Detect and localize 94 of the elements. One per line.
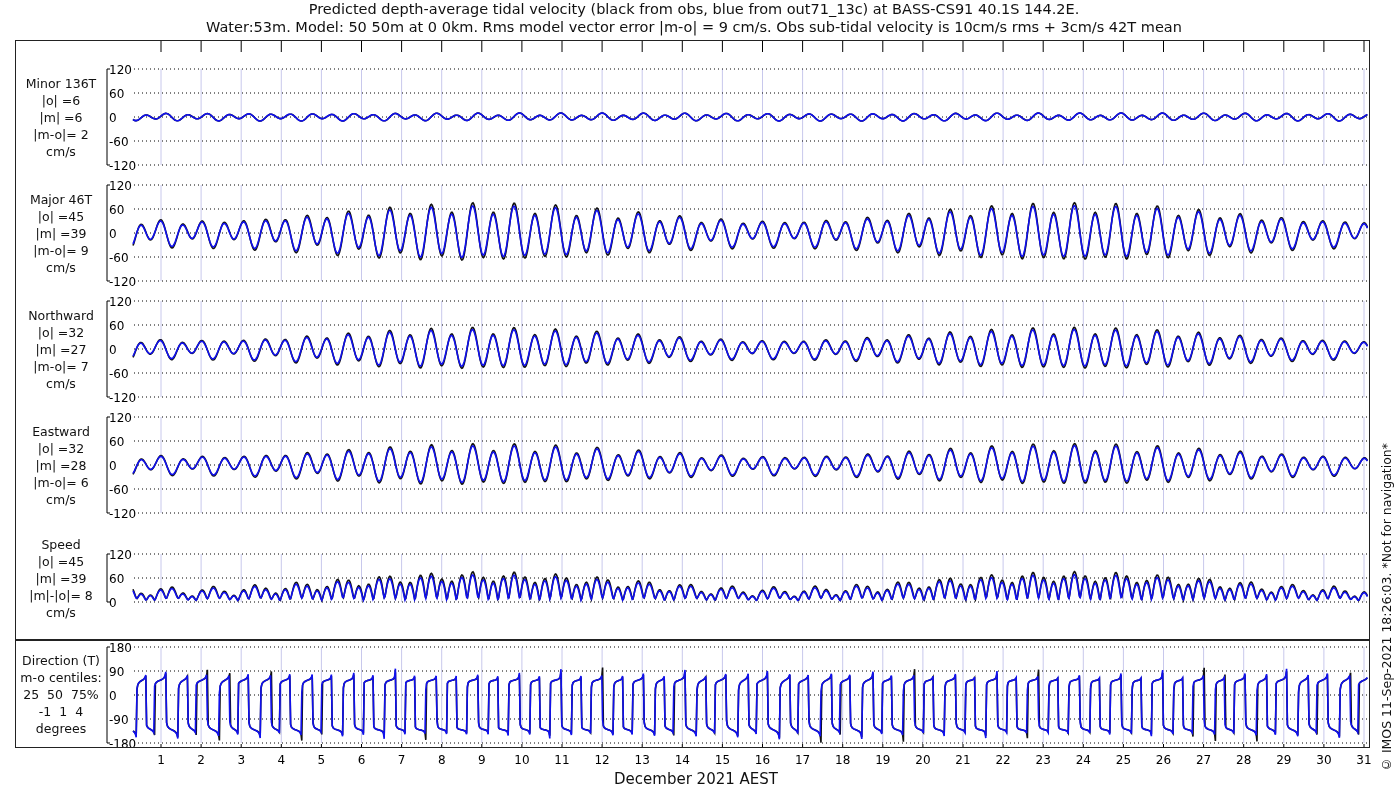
axis-tick-label: 0 <box>109 688 117 703</box>
axis-tick-label: 60 <box>109 434 125 449</box>
day-tick-label: 28 <box>1236 753 1252 767</box>
panel-label-line: |m| =39 <box>35 569 87 587</box>
day-tick-label: 10 <box>514 753 530 767</box>
panel-label-line: Northward <box>28 306 94 324</box>
day-tick-label: 25 <box>1115 753 1132 767</box>
axis-tick-label: -180 <box>109 736 137 747</box>
panel-label-line: |m| =28 <box>35 456 87 474</box>
day-tick-label: 17 <box>794 753 811 767</box>
axis-tick-label: 0 <box>109 595 117 610</box>
axis-tick-label: 120 <box>109 294 132 309</box>
day-tick-label: 4 <box>277 753 286 767</box>
panel-label-line: cm/s <box>46 374 76 392</box>
panel-label-line: m-o centiles: <box>20 668 102 686</box>
axis-tick-label: 60 <box>109 571 125 586</box>
day-tick-label: 14 <box>674 753 690 767</box>
panel-label-line: |o| =45 <box>37 552 85 570</box>
axis-tick-label: -60 <box>109 134 129 149</box>
panel-label-line: Eastward <box>32 422 90 440</box>
axis-tick-label: 0 <box>109 458 117 473</box>
day-tick-label: 2 <box>197 753 205 767</box>
panel-label-line: Speed <box>41 535 81 553</box>
panel-label-line: 25 50 75% <box>23 685 99 703</box>
panel-label-line: degrees <box>35 719 87 737</box>
day-tick-label: 27 <box>1195 753 1212 767</box>
axis-tick-label: -120 <box>109 390 137 405</box>
day-tick-label: 30 <box>1316 753 1332 767</box>
axis-tick-label: -60 <box>109 366 129 381</box>
day-tick-label: 20 <box>915 753 931 767</box>
day-tick-label: 11 <box>554 753 570 767</box>
panel-label-line: cm/s <box>46 142 76 160</box>
axis-tick-label: 90 <box>109 664 125 679</box>
day-tick-label: 6 <box>357 753 366 767</box>
panel-label-line: |m| =6 <box>39 108 83 126</box>
day-tick-label: 21 <box>955 753 971 767</box>
axis-tick-label: -120 <box>109 506 137 521</box>
axis-tick-label: 0 <box>109 226 117 241</box>
day-tick-label: 12 <box>594 753 610 767</box>
axis-tick-label: 120 <box>109 178 132 193</box>
axis-tick-label: -60 <box>109 250 129 265</box>
chart-title: Water:53m. Model: 50 50m at 0 0km. Rms model vector error |m-o| = 9 cm/s. Obs sub-tidal velocity is 10cm/s rms + 3cm/s 42T mean <box>206 18 1182 36</box>
panel-label-line: |m|-|o|= 8 <box>29 586 93 604</box>
axis-tick-label: 180 <box>109 641 132 655</box>
panel-label-line: |o| =6 <box>41 91 81 109</box>
axis-tick-label: 120 <box>109 62 132 77</box>
day-tick-label: 31 <box>1356 753 1372 767</box>
panel-label-line: cm/s <box>46 490 76 508</box>
day-tick-label: 16 <box>754 753 771 767</box>
panel-label-line: |o| =45 <box>37 207 85 225</box>
panel-label-line: |o| =32 <box>37 323 85 341</box>
chart-title: Predicted depth-average tidal velocity (black from obs, blue from out71_13c) at BASS-CS91 40.1S 144.2E. <box>308 0 1080 18</box>
axis-tick-label: 0 <box>109 110 117 125</box>
day-tick-label: 9 <box>478 753 486 767</box>
axis-tick-label: 0 <box>109 342 117 357</box>
day-tick-label: 29 <box>1276 753 1292 767</box>
panel-label-line: |m| =39 <box>35 224 87 242</box>
panel-label-line: |m-o|= 6 <box>33 473 89 491</box>
copyright-note: © IMOS 11-Sep-2021 18:26:03. *Not for navigation* <box>1378 442 1394 772</box>
day-tick-label: 15 <box>714 753 731 767</box>
panel-label-line: |m-o|= 2 <box>33 125 89 143</box>
day-tick-label: 19 <box>875 753 891 767</box>
panel-label-line: |m-o|= 7 <box>33 357 89 375</box>
panel-label-line: |o| =32 <box>37 439 85 457</box>
day-tick-label: 3 <box>237 753 245 767</box>
panel-label-line: |m-o|= 9 <box>33 241 89 259</box>
day-tick-label: 23 <box>1035 753 1051 767</box>
panel-label-line: cm/s <box>46 258 76 276</box>
axis-tick-label: -90 <box>109 712 129 727</box>
panel-label-line: cm/s <box>46 603 76 621</box>
panel-label-line: |m| =27 <box>35 340 87 358</box>
panel-label-line: Direction (T) <box>22 651 100 669</box>
panel-label-line: Major 46T <box>29 190 93 208</box>
axis-tick-label: -120 <box>109 274 137 289</box>
axis-tick-label: 60 <box>109 202 125 217</box>
day-tick-label: 24 <box>1075 753 1091 767</box>
axis-line <box>106 553 111 603</box>
axis-tick-label: 120 <box>109 410 132 425</box>
axis-tick-label: -120 <box>109 158 137 173</box>
axis-tick-label: 60 <box>109 318 125 333</box>
x-axis-label: December 2021 AEST <box>613 770 779 788</box>
day-tick-label: 8 <box>437 753 446 767</box>
axis-tick-label: 120 <box>109 547 132 562</box>
day-tick-label: 7 <box>397 753 406 767</box>
day-tick-label: 26 <box>1155 753 1172 767</box>
panel-label-line: -1 1 4 <box>38 702 84 720</box>
day-tick-label: 13 <box>634 753 650 767</box>
day-tick-label: 1 <box>157 753 165 767</box>
panel-label-line: Minor 136T <box>25 74 97 92</box>
axis-tick-label: 60 <box>109 86 125 101</box>
day-tick-label: 22 <box>995 753 1011 767</box>
day-tick-label: 5 <box>317 753 326 767</box>
day-tick-label: 18 <box>835 753 851 767</box>
axis-tick-label: -60 <box>109 482 129 497</box>
